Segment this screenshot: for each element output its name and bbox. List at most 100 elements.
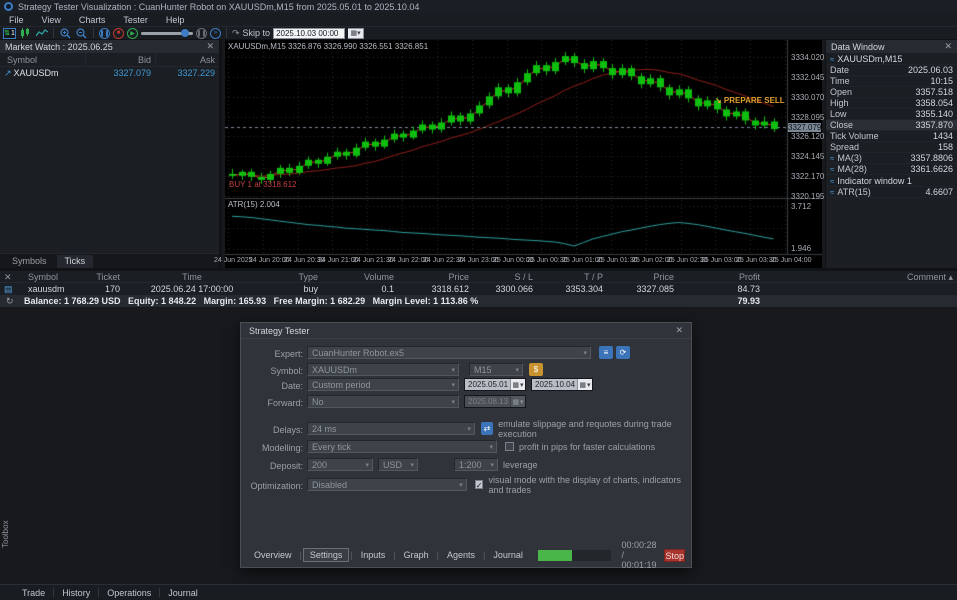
chevron-down-icon: ▾ (490, 461, 494, 469)
data-window-value: 4.6607 (925, 187, 953, 197)
menu-item-tester[interactable]: Tester (114, 13, 157, 27)
speed-slider-thumb[interactable] (181, 28, 189, 37)
line-chart-view-button[interactable] (35, 28, 48, 39)
status-tab-trade[interactable]: Trade (14, 588, 53, 598)
pause-secondary-button[interactable]: ❚❚ (196, 27, 207, 39)
zoom-in-button[interactable] (59, 27, 72, 39)
date-to-input[interactable]: 2025.10.04 ▦ ▾ (531, 378, 593, 391)
total-profit-value: 79.93 (737, 296, 760, 306)
dialog-title-bar[interactable]: Strategy Tester ✕ (241, 323, 691, 339)
deposit-amount-select[interactable]: 200 ▾ (307, 458, 373, 471)
chart-panel[interactable]: XAUUSDm,M15 3326.876 3326.990 3326.551 3… (214, 40, 825, 268)
date-mode-select[interactable]: Custom period ▾ (307, 378, 459, 391)
delays-label: Delays: (272, 425, 303, 435)
skip-to-label: Skip to (242, 28, 271, 38)
position-doc-icon: ▤ (4, 284, 13, 294)
optimization-note: visual mode with the display of charts, … (488, 474, 682, 495)
trade-table-header: ✕ Symbol Ticket Time Type Volume Price S / L T /… (0, 271, 957, 283)
balance-summary-row: ↻ Balance: 1 768.29 USD Equity: 1 848.22… (0, 295, 957, 307)
skip-to-date-input[interactable]: 2025.10.03 00:00 (273, 27, 346, 39)
data-window-label: Spread (830, 142, 860, 152)
trade-tp: 3353.304 (565, 284, 603, 294)
symbol-properties-button[interactable]: $ (529, 363, 543, 376)
data-window-value: 3357.518 (915, 87, 953, 97)
price-axis-label: 3322.170 (791, 172, 825, 181)
current-price-tag: 3327.079 (788, 122, 822, 132)
expert-label: Expert: (274, 349, 303, 359)
trade-row[interactable]: ▤ xauusdm 170 2025.06.24 17:00:00 buy 0.1 3318… (0, 283, 957, 295)
speed-slider[interactable] (141, 28, 193, 37)
optimization-select[interactable]: Disabled ▾ (307, 478, 467, 491)
menu-item-view[interactable]: View (33, 13, 70, 27)
date-from-input[interactable]: 2025.05.01 ▦ ▾ (464, 378, 526, 391)
skip-to-calendar-button[interactable]: ▦ ▾ (348, 27, 365, 39)
trade-ticket: 170 (104, 284, 120, 294)
toolbox-vertical-tab[interactable]: Toolbox (1, 520, 10, 548)
stop-visualization-button[interactable]: ■ (113, 27, 124, 39)
pause-button[interactable]: ❚❚ (99, 27, 110, 39)
data-window-row: Date 2025.06.03 (826, 65, 957, 76)
period-select[interactable]: M15 ▾ (469, 363, 523, 376)
dialog-close-icon[interactable]: ✕ (675, 325, 683, 336)
indicator-wave-icon: ≈ (830, 154, 835, 163)
status-tab-history[interactable]: History (54, 588, 98, 598)
skip-forward-button[interactable]: » (210, 27, 221, 39)
data-window-row: Tick Volume 1434 (826, 131, 957, 142)
tab-ticks[interactable]: Ticks (56, 254, 94, 268)
symbol-select[interactable]: XAUUSDm ▾ (307, 363, 459, 376)
indicator-wave-icon: ≈ (830, 165, 835, 174)
tab-symbols[interactable]: Symbols (4, 255, 55, 268)
data-window-label: ≈ ATR(15) (830, 187, 871, 197)
data-window-value: 1434 (932, 131, 953, 141)
trade-column-header: Price (448, 272, 469, 282)
menu-item-file[interactable]: File (0, 13, 33, 27)
dialog-tab-overview[interactable]: Overview (247, 548, 299, 562)
status-tab-journal[interactable]: Journal (160, 588, 206, 598)
trade-column-header: Ticket (96, 272, 120, 282)
zoom-out-button[interactable] (75, 27, 88, 39)
market-watch-row[interactable]: ↗ XAUUSDm 3327.079 3327.229 (0, 67, 219, 80)
forward-select[interactable]: No ▾ (307, 395, 459, 408)
price-axis-label: 3330.070 (791, 93, 825, 102)
trade-panel: ✕ Symbol Ticket Time Type Volume Price S / L T /… (0, 271, 957, 307)
dialog-tab-agents[interactable]: Agents (440, 548, 482, 562)
price-axis-label: 3326.120 (791, 132, 825, 141)
trade-panel-close-icon[interactable]: ✕ (0, 271, 24, 282)
price-axis-label: 3332.045 (791, 73, 825, 82)
title-bar: Strategy Tester Visualization : CuanHunt… (0, 0, 957, 13)
deposit-currency-select[interactable]: USD ▾ (378, 458, 418, 471)
delays-select[interactable]: 24 ms ▾ (307, 422, 475, 435)
menu-item-charts[interactable]: Charts (70, 13, 115, 27)
market-watch-close-icon[interactable]: ✕ (206, 41, 214, 52)
data-window-value: 3357.870 (915, 120, 953, 130)
dialog-bottom-bar: Overview | Settings | Inputs | Graph | Agents | Jo… (241, 540, 691, 570)
symbol-label: Symbol: (270, 366, 303, 376)
balance-icon: ↻ (6, 296, 14, 306)
trade-type: buy (303, 284, 318, 294)
trade-column-header: Price (653, 272, 674, 282)
candlestick-view-button[interactable] (19, 28, 32, 39)
visual-mode-checkbox[interactable]: ✓ (474, 480, 484, 490)
chevron-down-icon: ▾ (365, 461, 369, 469)
data-window-close-icon[interactable]: ✕ (944, 41, 952, 52)
data-window-value: 3355.140 (915, 109, 953, 119)
dialog-tab-journal[interactable]: Journal (486, 548, 530, 562)
data-window-header: Data Window ✕ (826, 40, 957, 53)
menu-item-help[interactable]: Help (157, 13, 194, 27)
profit-in-pips-checkbox[interactable] (505, 442, 514, 451)
stop-button[interactable]: Stop (664, 548, 685, 562)
dialog-tab-settings[interactable]: Settings (302, 548, 350, 562)
dialog-tab-inputs[interactable]: Inputs (354, 548, 393, 562)
expert-refresh-button[interactable]: ⟳ (616, 346, 630, 359)
expert-edit-button[interactable]: ≡ (599, 346, 613, 359)
leverage-select[interactable]: 1:200 ▾ (454, 458, 498, 471)
candlestick-chart-canvas[interactable] (225, 40, 822, 268)
step-one-bar-button[interactable]: ⇅ 1 (3, 27, 16, 39)
market-watch-header: Market Watch : 2025.06.25 ✕ (0, 40, 219, 53)
expert-select[interactable]: CuanHunter Robot.ex5 ▾ (307, 346, 591, 359)
status-tab-operations[interactable]: Operations (99, 588, 159, 598)
bid-cell: 3327.079 (113, 68, 151, 78)
modelling-select[interactable]: Every tick ▾ (307, 440, 497, 453)
dialog-tab-graph[interactable]: Graph (397, 548, 436, 562)
play-button[interactable]: ▶ (127, 27, 138, 39)
